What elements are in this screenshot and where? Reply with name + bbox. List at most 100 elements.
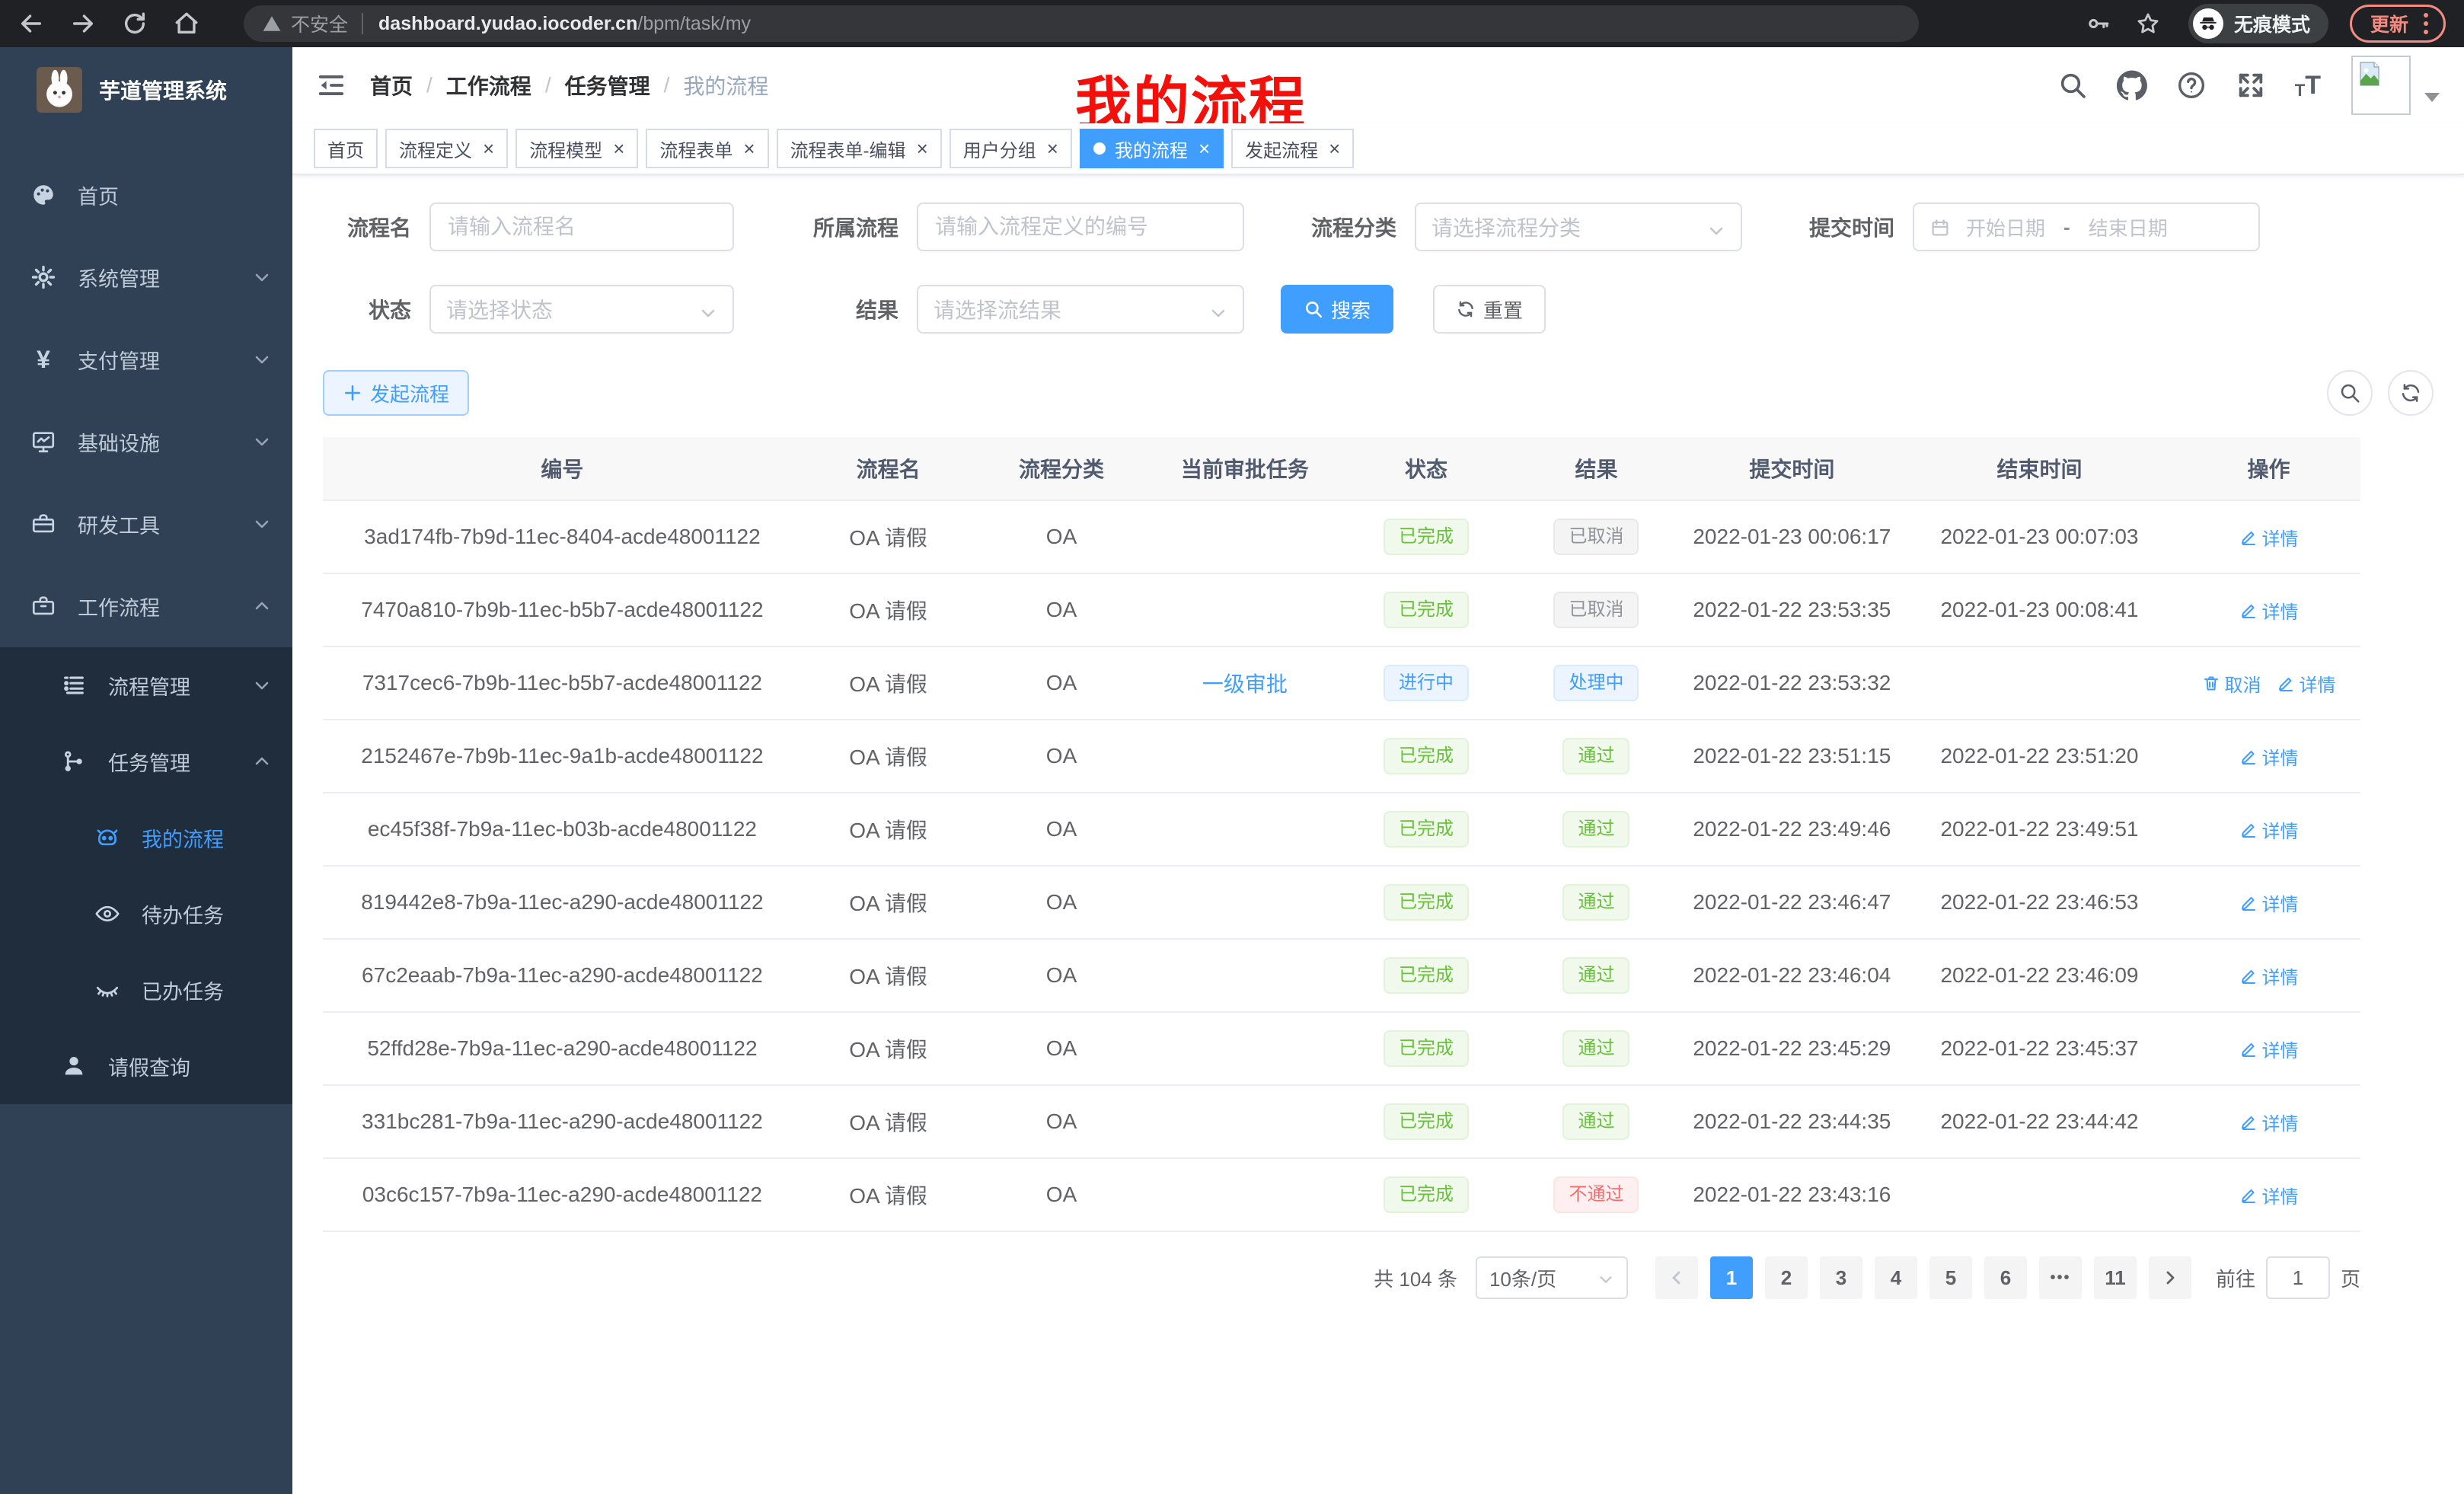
trash-icon [2202,674,2220,692]
detail-link[interactable]: 详情 [2277,670,2336,697]
page-button[interactable]: 4 [1875,1256,1917,1299]
breadcrumb-item[interactable]: 任务管理 [565,70,650,101]
close-icon[interactable]: × [613,139,624,158]
close-icon[interactable]: × [1047,139,1058,158]
home-icon[interactable] [174,11,199,37]
sidebar-item-done-tasks[interactable]: 已办任务 [0,952,292,1028]
goto-page-input[interactable] [2266,1256,2330,1299]
category-select[interactable]: 请选择流程分类 [1415,203,1742,251]
close-icon[interactable]: × [743,139,755,158]
close-icon[interactable]: × [1329,139,1340,158]
reset-label: 重置 [1483,295,1523,324]
submit-time-range-picker[interactable]: 开始日期 - 结束日期 [1913,203,2260,251]
fullscreen-icon[interactable] [2236,70,2266,101]
sidebar-item-system[interactable]: 系统管理 [0,236,292,318]
filter-row-2: 状态 请选择状态 结果 请选择流结果 搜索 重置 [323,285,2434,334]
detail-link[interactable]: 详情 [2239,1182,2299,1208]
sidebar-item-process-mgmt[interactable]: 流程管理 [0,647,292,723]
help-icon[interactable] [2176,70,2207,101]
tab[interactable]: 流程表单-编辑 × [777,129,942,168]
detail-link[interactable]: 详情 [2239,816,2299,843]
detail-link[interactable]: 详情 [2239,1036,2299,1062]
toggle-search-button[interactable] [2327,370,2373,416]
refresh-table-button[interactable] [2388,370,2434,416]
sidebar-item-my-process[interactable]: 我的流程 [0,800,292,876]
cancel-link[interactable]: 取消 [2202,670,2261,697]
create-process-button[interactable]: 发起流程 [323,370,469,416]
detail-link[interactable]: 详情 [2239,524,2299,551]
detail-label: 详情 [2262,1182,2299,1208]
detail-link[interactable]: 详情 [2239,962,2299,989]
current-task-link[interactable]: 一级审批 [1202,668,1288,698]
update-button[interactable]: 更新 [2350,5,2446,43]
process-id-cell: 3ad174fb-7b9d-11ec-8404-acde48001122 [323,501,802,573]
page-button[interactable]: 5 [1929,1256,1972,1299]
detail-link[interactable]: 详情 [2239,743,2299,770]
page-button[interactable]: 6 [1984,1256,2027,1299]
sidebar-item-workflow[interactable]: 工作流程 [0,565,292,647]
search-button[interactable]: 搜索 [1281,285,1393,334]
next-page-button[interactable] [2149,1256,2191,1299]
tab[interactable]: 发起流程 × [1231,129,1354,168]
sidebar-item-todo-tasks[interactable]: 待办任务 [0,876,292,952]
key-icon[interactable] [2085,11,2111,37]
caret-down-icon[interactable] [2424,93,2440,102]
result-select[interactable]: 请选择流结果 [917,285,1244,334]
goto-page: 前往 页 [2216,1256,2360,1299]
more-pages-icon[interactable]: ••• [2039,1256,2082,1299]
process-id-cell: 52ffd28e-7b9a-11ec-a290-acde48001122 [323,1013,802,1084]
close-icon[interactable]: × [483,139,494,158]
reset-button[interactable]: 重置 [1433,285,1546,334]
tab[interactable]: 流程表单 × [646,129,768,168]
sidebar-item-devtools[interactable]: 研发工具 [0,483,292,565]
security-label[interactable]: 不安全 [291,10,348,37]
page-size-select[interactable]: 10条/页 [1476,1256,1628,1299]
back-icon[interactable] [18,11,44,37]
sidebar-fold-icon[interactable] [317,71,346,100]
prev-page-button[interactable] [1655,1256,1698,1299]
table-toolbar: 发起流程 [323,370,2434,416]
tab[interactable]: 首页 [314,129,378,168]
github-icon[interactable] [2117,70,2147,101]
close-icon[interactable]: × [917,139,928,158]
sidebar-item-infra[interactable]: 基础设施 [0,401,292,483]
page-button[interactable]: 1 [1710,1256,1753,1299]
font-size-icon[interactable]: TT [2295,71,2321,101]
detail-link[interactable]: 详情 [2239,889,2299,916]
forward-icon[interactable] [70,11,96,37]
page-button[interactable]: 3 [1820,1256,1862,1299]
search-icon[interactable] [2057,70,2088,101]
process-definition-input[interactable] [917,203,1244,251]
page-button[interactable]: 11 [2094,1256,2137,1299]
tab[interactable]: 用户分组 × [950,129,1072,168]
filter-parent-label: 所属流程 [783,212,898,242]
sidebar-item-payment[interactable]: ¥ 支付管理 [0,318,292,401]
bookmark-star-icon[interactable] [2135,11,2161,37]
tab[interactable]: 流程定义 × [385,129,508,168]
sidebar-item-leave-query[interactable]: 请假查询 [0,1028,292,1104]
table-row: 7317cec6-7b9b-11ec-b5b7-acde48001122 OA … [323,647,2360,720]
sidebar-item-task-mgmt[interactable]: 任务管理 [0,723,292,800]
breadcrumb-item[interactable]: 工作流程 [446,70,531,101]
page-button[interactable]: 2 [1765,1256,1808,1299]
process-name-input[interactable] [429,203,734,251]
sidebar-item-label: 首页 [78,180,271,210]
close-icon[interactable]: × [1198,139,1210,158]
browser-menu-icon[interactable] [2421,10,2431,37]
detail-label: 详情 [2262,597,2299,624]
tab[interactable]: 我的流程 × [1080,129,1224,168]
end-time-cell: 2022-01-22 23:46:53 [1902,867,2177,938]
process-category-cell: OA [975,720,1147,792]
sidebar-item-home[interactable]: 首页 [0,154,292,236]
avatar[interactable] [2351,56,2411,115]
status-badge: 已完成 [1384,957,1469,994]
end-time-cell: 2022-01-23 00:08:41 [1902,574,2177,646]
sidebar-item-label: 待办任务 [142,899,271,929]
detail-link[interactable]: 详情 [2239,1109,2299,1135]
status-select[interactable]: 请选择状态 [429,285,734,334]
detail-link[interactable]: 详情 [2239,597,2299,624]
tab[interactable]: 流程模型 × [515,129,638,168]
breadcrumb-item[interactable]: 首页 [370,70,413,101]
reload-icon[interactable] [122,11,148,37]
address-bar[interactable]: 不安全 dashboard.yudao.iocoder.cn/bpm/task/… [244,5,1919,42]
